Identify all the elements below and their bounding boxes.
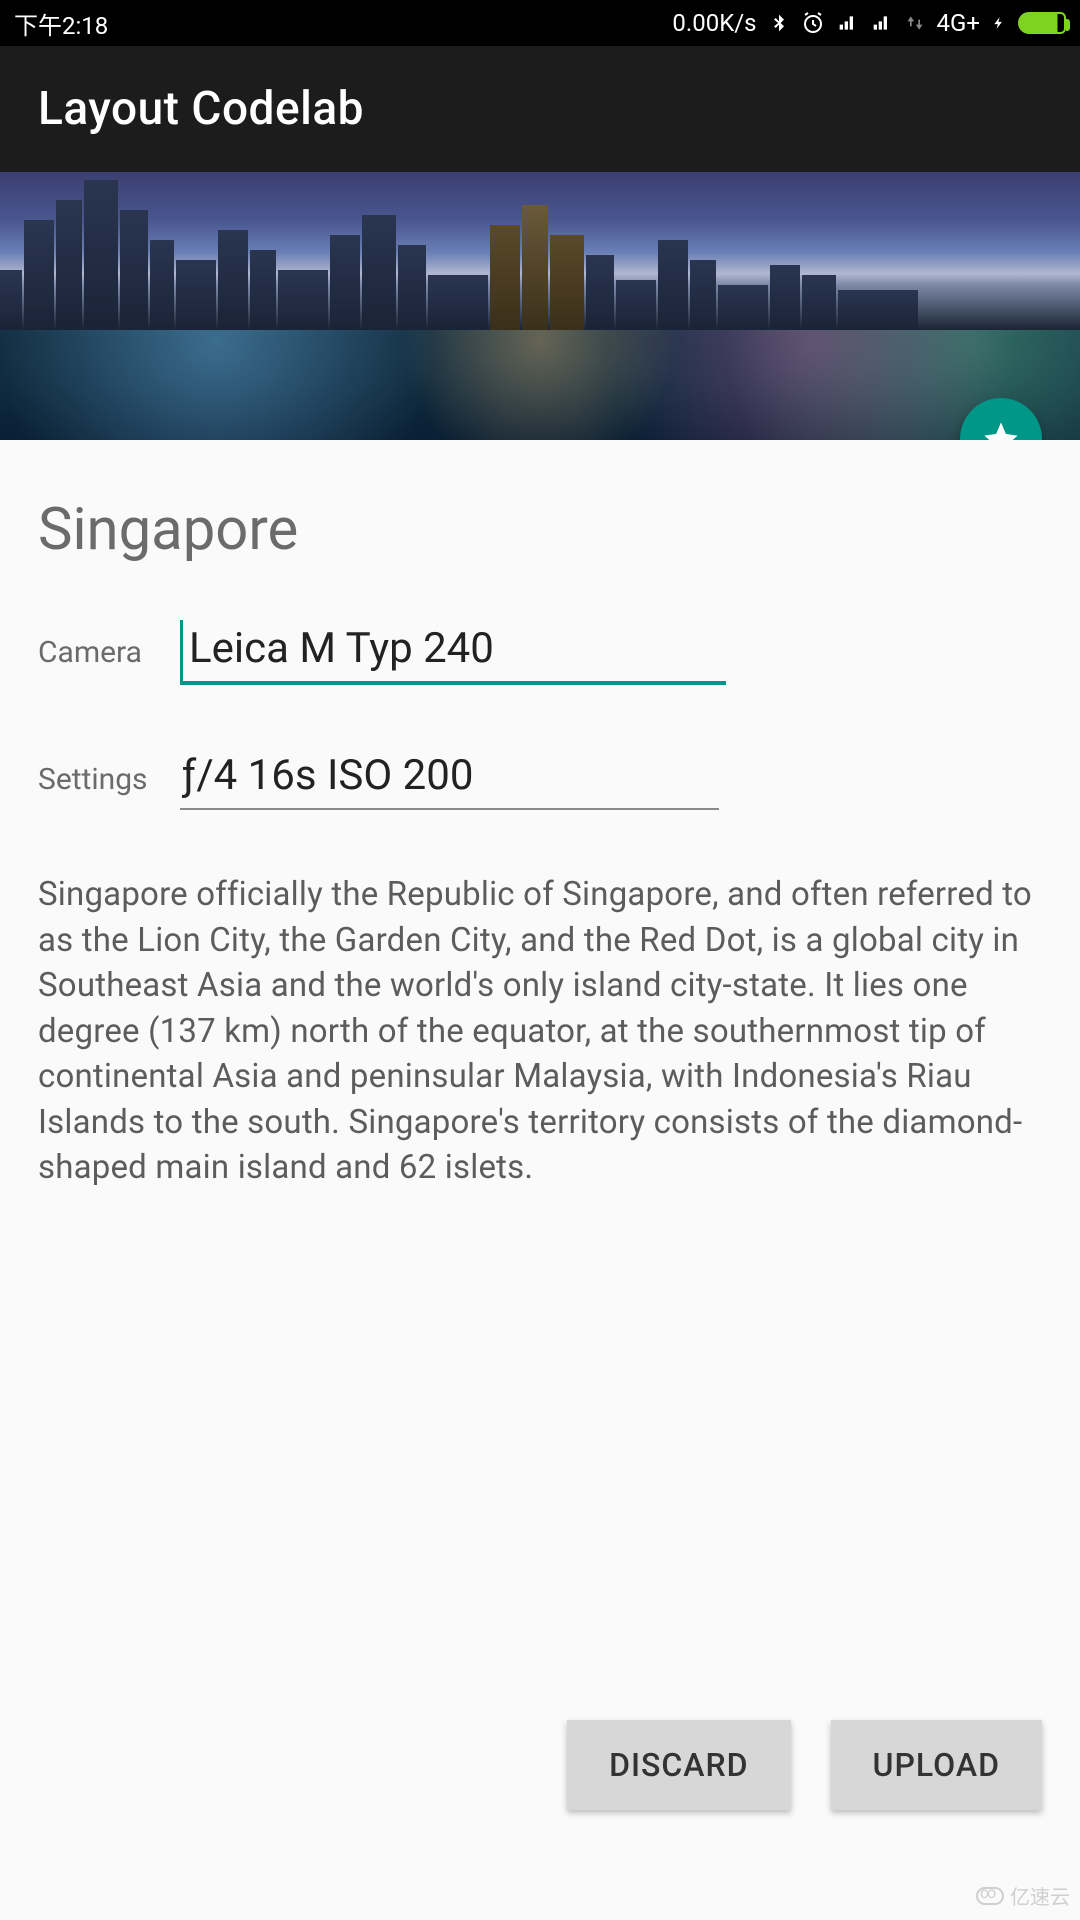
description-text: Singapore officially the Republic of Sin… xyxy=(38,872,1042,1191)
camera-input[interactable] xyxy=(180,620,726,685)
app-title: Layout Codelab xyxy=(38,82,364,136)
button-row: DISCARD UPLOAD xyxy=(567,1720,1042,1810)
status-time: 下午2:18 xyxy=(14,6,108,41)
camera-field-row: Camera xyxy=(38,620,1042,685)
watermark-text: 亿速云 xyxy=(1010,1881,1070,1910)
settings-label: Settings xyxy=(38,762,180,797)
app-bar: Layout Codelab xyxy=(0,46,1080,172)
status-net-speed: 0.00K/s xyxy=(672,9,756,37)
settings-input[interactable] xyxy=(180,747,719,810)
watermark-icon xyxy=(976,1887,1004,1905)
camera-label: Camera xyxy=(38,635,180,670)
content-area: Singapore Camera Settings Singapore offi… xyxy=(0,440,1080,1920)
settings-field-row: Settings xyxy=(38,747,1042,810)
page-title: Singapore xyxy=(38,496,1042,564)
alarm-icon xyxy=(801,11,825,35)
signal-icon-1 xyxy=(837,13,859,33)
upload-button[interactable]: UPLOAD xyxy=(831,1720,1042,1810)
battery-icon xyxy=(1018,12,1066,34)
status-bar: 下午2:18 0.00K/s 4G+ xyxy=(0,0,1080,46)
discard-button[interactable]: DISCARD xyxy=(567,1720,790,1810)
bluetooth-icon xyxy=(769,10,789,36)
hero-image xyxy=(0,172,1080,440)
signal-icon-2 xyxy=(871,13,893,33)
watermark: 亿速云 xyxy=(976,1881,1070,1910)
status-network-label: 4G+ xyxy=(937,9,980,37)
charging-icon xyxy=(992,11,1006,35)
data-updown-icon xyxy=(905,12,925,34)
